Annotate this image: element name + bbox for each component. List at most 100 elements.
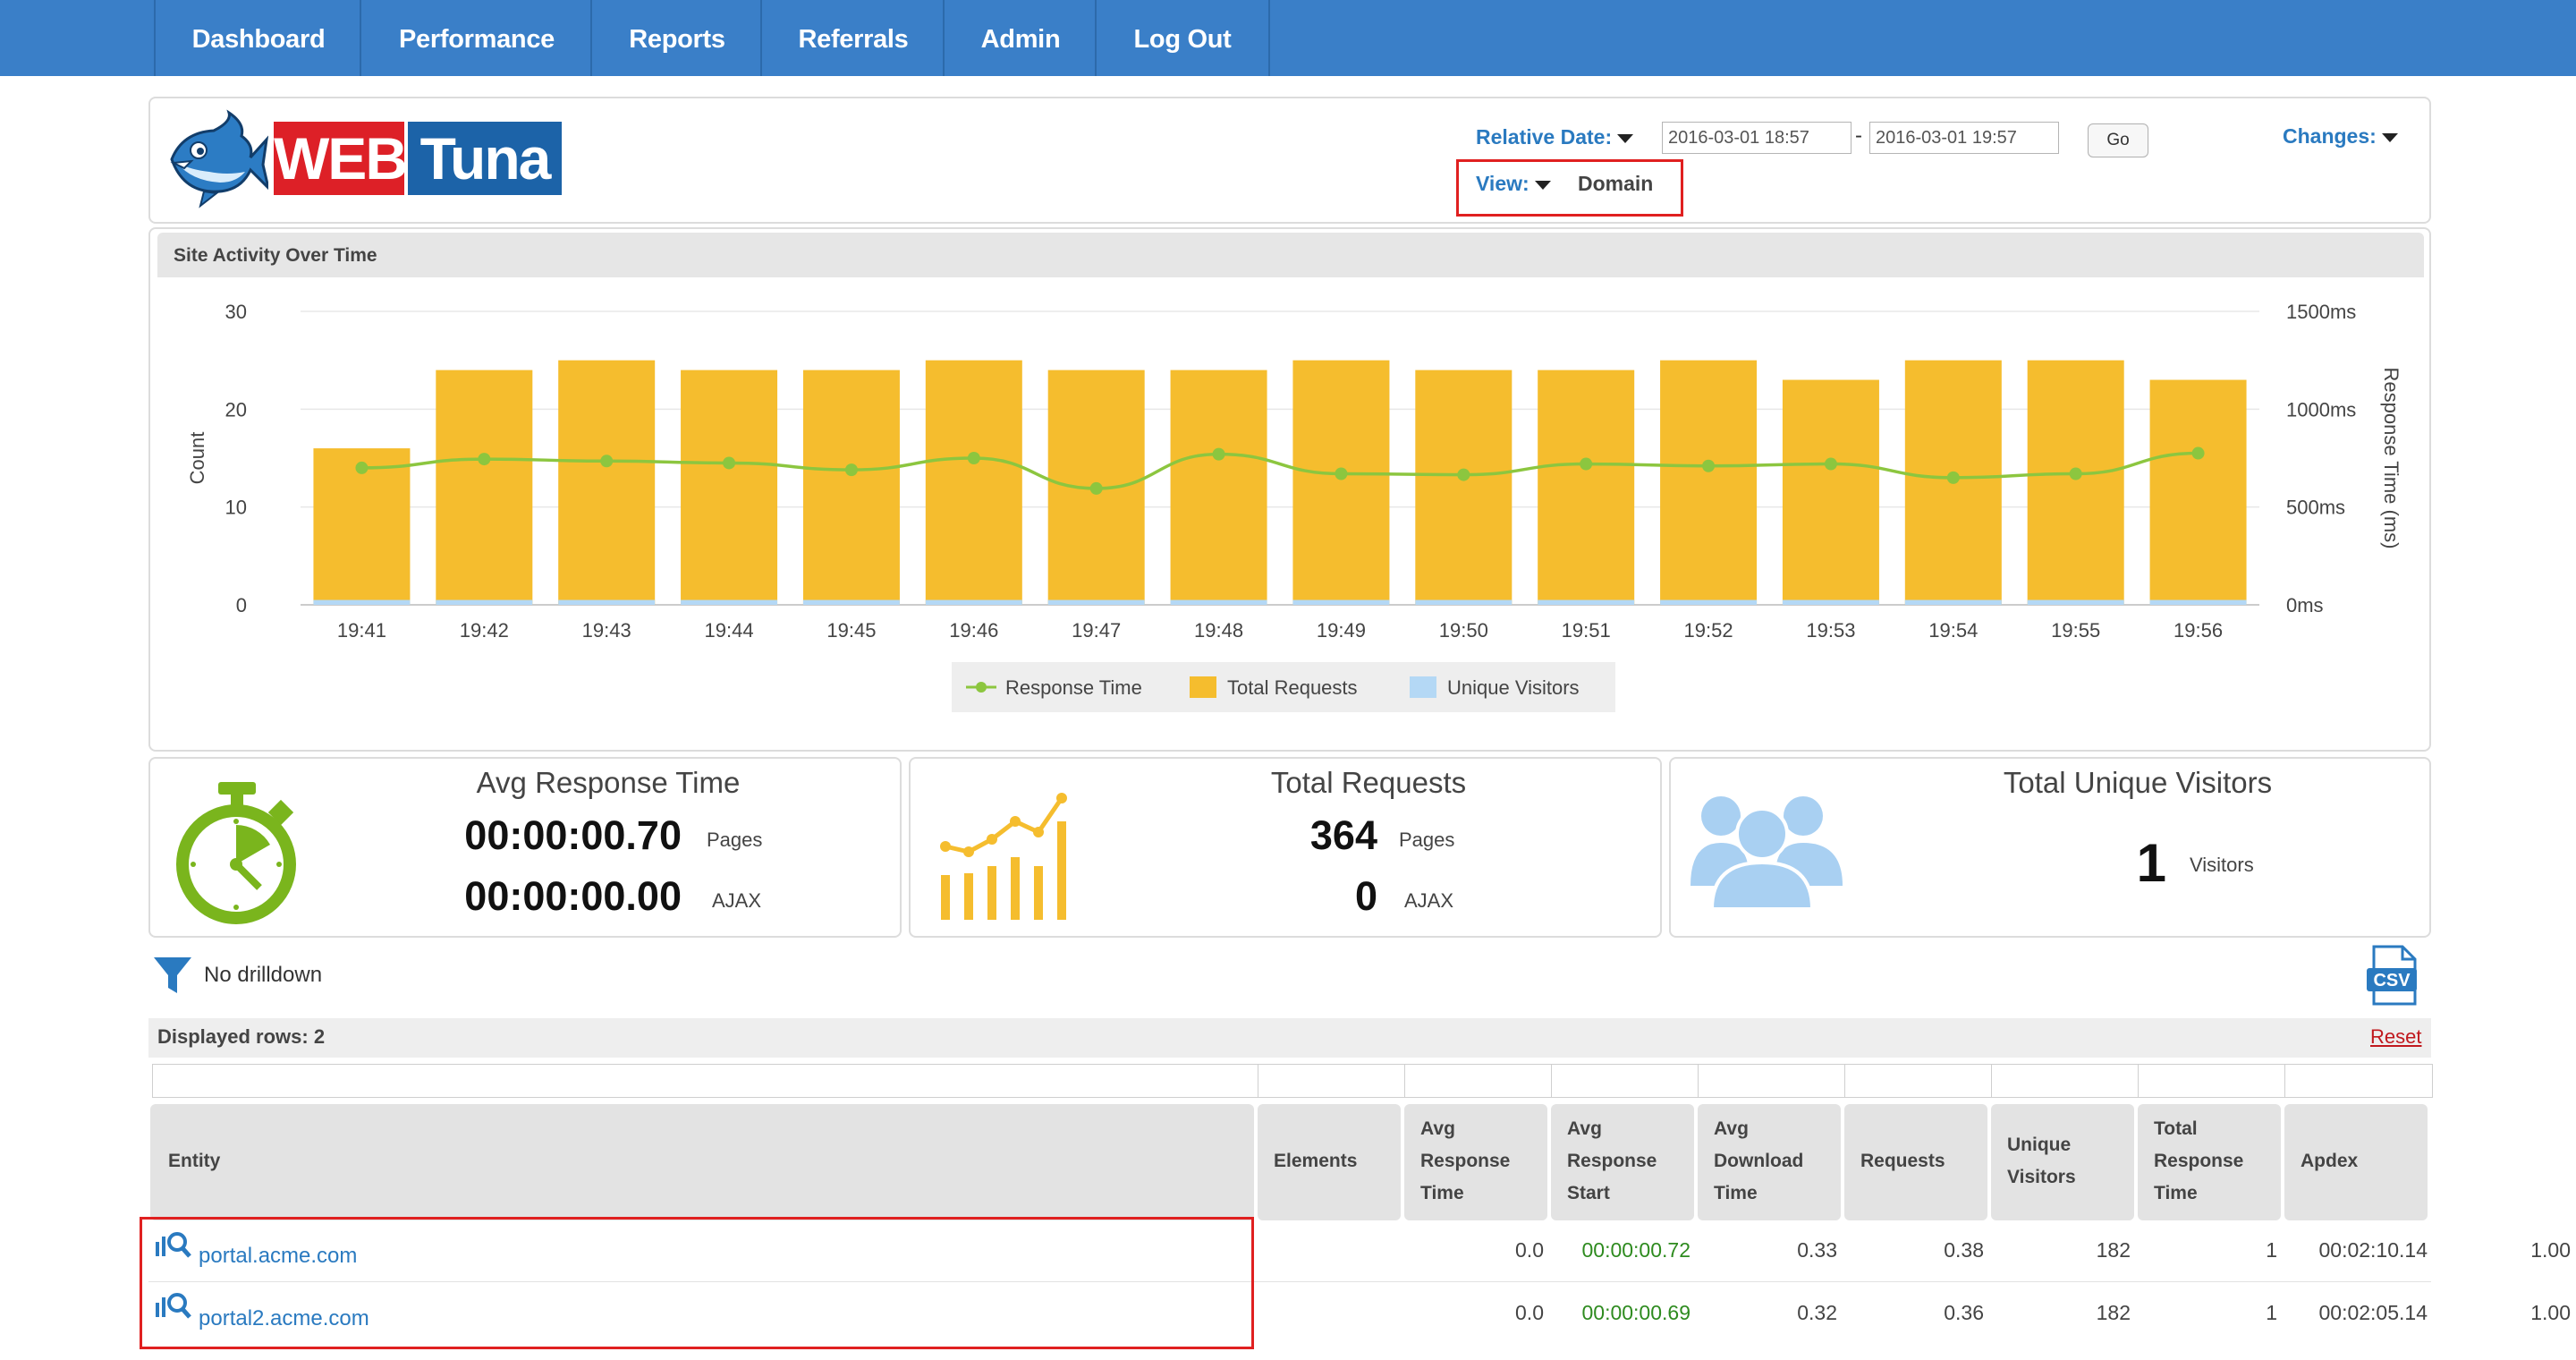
total-requests-bar (558, 360, 656, 605)
header-line: Response (2154, 1151, 2244, 1171)
total-requests-bar (1415, 370, 1513, 605)
header-avg-download-time[interactable]: Avg Download Time (1698, 1104, 1841, 1220)
header-line: Total (2154, 1118, 2198, 1139)
legend-bar-swatch (1410, 676, 1436, 698)
y-tick-label: 0 (236, 594, 247, 616)
nav-reports[interactable]: Reports (590, 0, 762, 76)
table-toolbar (148, 1018, 2431, 1058)
response-time-point (2069, 467, 2082, 480)
response-time-point (1457, 468, 1470, 481)
entity-highlight-box (140, 1217, 1254, 1349)
go-button[interactable]: Go (2088, 123, 2148, 157)
unique-visitors-title: Total Unique Visitors (2003, 766, 2273, 799)
changes-dropdown[interactable]: Changes: (2283, 124, 2398, 149)
nav-admin[interactable]: Admin (943, 0, 1097, 76)
cell-avg-response-start: 0.32 (1797, 1301, 1837, 1324)
header-elements[interactable]: Elements (1258, 1104, 1401, 1220)
cell-unique-visitors: 1 (2266, 1238, 2277, 1262)
header-apdex[interactable]: Apdex (2284, 1104, 2428, 1220)
header-line: Time (2154, 1183, 2198, 1203)
view-highlight-box (1456, 159, 1683, 217)
total-requests-bar (802, 370, 900, 605)
unique-visitors-bar (1538, 599, 1635, 605)
relative-date-dropdown[interactable]: Relative Date: (1476, 125, 1634, 149)
x-tick-label: 19:56 (2174, 619, 2223, 642)
cell-apdex: 1.00 (2530, 1301, 2571, 1324)
cell-apdex: 1.00 (2530, 1238, 2571, 1262)
x-tick-label: 19:51 (1562, 619, 1611, 642)
column-filter-total-response-time[interactable] (2138, 1064, 2286, 1098)
header-line: Avg (1420, 1118, 1455, 1139)
x-tick-label: 19:42 (460, 619, 509, 642)
header-entity-label: Entity (168, 1151, 221, 1171)
displayed-rows-count: Displayed rows: 2 (157, 1025, 326, 1048)
response-time-point (1824, 457, 1837, 471)
chart-panel-header: Site Activity Over Time (157, 233, 2424, 277)
header-unique-visitors[interactable]: Unique Visitors (1991, 1104, 2134, 1220)
x-tick-label: 19:50 (1439, 619, 1488, 642)
column-filter-avg-response-start[interactable] (1551, 1064, 1699, 1098)
header-requests[interactable]: Requests (1844, 1104, 1987, 1220)
total-requests-bar (2149, 379, 2247, 605)
filter-funnel-icon[interactable] (152, 954, 193, 997)
avg-response-pages-label: Pages (707, 829, 763, 851)
nav-dashboard[interactable]: Dashboard (154, 0, 361, 76)
y-tick-label: 20 (225, 398, 247, 421)
header-line: Response (1420, 1151, 1511, 1171)
column-filter-avg-download-time[interactable] (1698, 1064, 1846, 1098)
reset-link[interactable]: Reset (2370, 1025, 2421, 1049)
total-requests-ajax-label: AJAX (1404, 889, 1454, 912)
bar-chart-trend-icon (936, 787, 1088, 922)
tuna-fish-logo-icon (165, 106, 271, 211)
avg-response-pages-value: 00:00:00.70 (464, 812, 682, 858)
total-requests-bar (1538, 370, 1635, 605)
y2-tick-label: 1500ms (2286, 301, 2356, 323)
chart-panel-title: Site Activity Over Time (174, 245, 377, 266)
response-time-point (1212, 447, 1225, 461)
legend-label: Total Requests (1227, 676, 1358, 699)
y-axis-title: Count (186, 432, 208, 485)
response-time-point (1089, 481, 1103, 495)
top-navigation-bar: Dashboard Performance Reports Referrals … (0, 0, 2576, 76)
unique-visitors-bar (1292, 599, 1390, 605)
total-requests-bar (436, 370, 533, 605)
unique-visitors-bar (1660, 599, 1758, 605)
header-total-response-time[interactable]: Total Response Time (2138, 1104, 2281, 1220)
x-tick-label: 19:53 (1806, 619, 1855, 642)
column-filter-avg-response-time[interactable] (1404, 1064, 1553, 1098)
column-filter-elements[interactable] (1258, 1064, 1406, 1098)
header-entity[interactable]: Entity (150, 1104, 1254, 1220)
csv-export-icon[interactable]: CSV (2365, 945, 2420, 1006)
total-requests-bar (681, 370, 778, 605)
total-requests-pages-label: Pages (1399, 829, 1455, 851)
unique-visitors-bar (313, 599, 411, 605)
total-requests-bar (1292, 360, 1390, 605)
x-tick-label: 19:48 (1194, 619, 1243, 642)
date-to-input[interactable] (1869, 122, 2059, 154)
nav-log-out[interactable]: Log Out (1095, 0, 1270, 76)
total-requests-ajax-value: 0 (1354, 873, 1377, 919)
relative-date-label: Relative Date: (1476, 125, 1613, 149)
header-avg-response-time[interactable]: Avg Response Time (1404, 1104, 1547, 1220)
column-filter-unique-visitors[interactable] (1991, 1064, 2140, 1098)
header-line: Start (1567, 1183, 1610, 1203)
total-requests-bar (1170, 370, 1267, 605)
nav-performance[interactable]: Performance (360, 0, 592, 76)
users-group-icon (1690, 787, 1843, 913)
unique-visitors-bar (925, 599, 1022, 605)
logo-web-text: WEB (274, 122, 408, 195)
legend-bar-swatch (1190, 676, 1216, 698)
date-from-input[interactable] (1662, 122, 1852, 154)
changes-label: Changes: (2283, 124, 2377, 148)
nav-referrals[interactable]: Referrals (760, 0, 945, 76)
header-avg-response-start[interactable]: Avg Response Start (1551, 1104, 1694, 1220)
x-tick-label: 19:47 (1072, 619, 1121, 642)
column-filter-entity[interactable] (152, 1064, 1259, 1098)
column-filter-requests[interactable] (1844, 1064, 1993, 1098)
x-tick-label: 19:46 (949, 619, 998, 642)
date-separator: - (1855, 123, 1862, 148)
column-filter-apdex[interactable] (2284, 1064, 2433, 1098)
header-line: Avg (1567, 1118, 1602, 1139)
total-requests-bar (1782, 379, 1879, 605)
cell-avg-response-time: 00:00:00.72 (1581, 1238, 1690, 1262)
